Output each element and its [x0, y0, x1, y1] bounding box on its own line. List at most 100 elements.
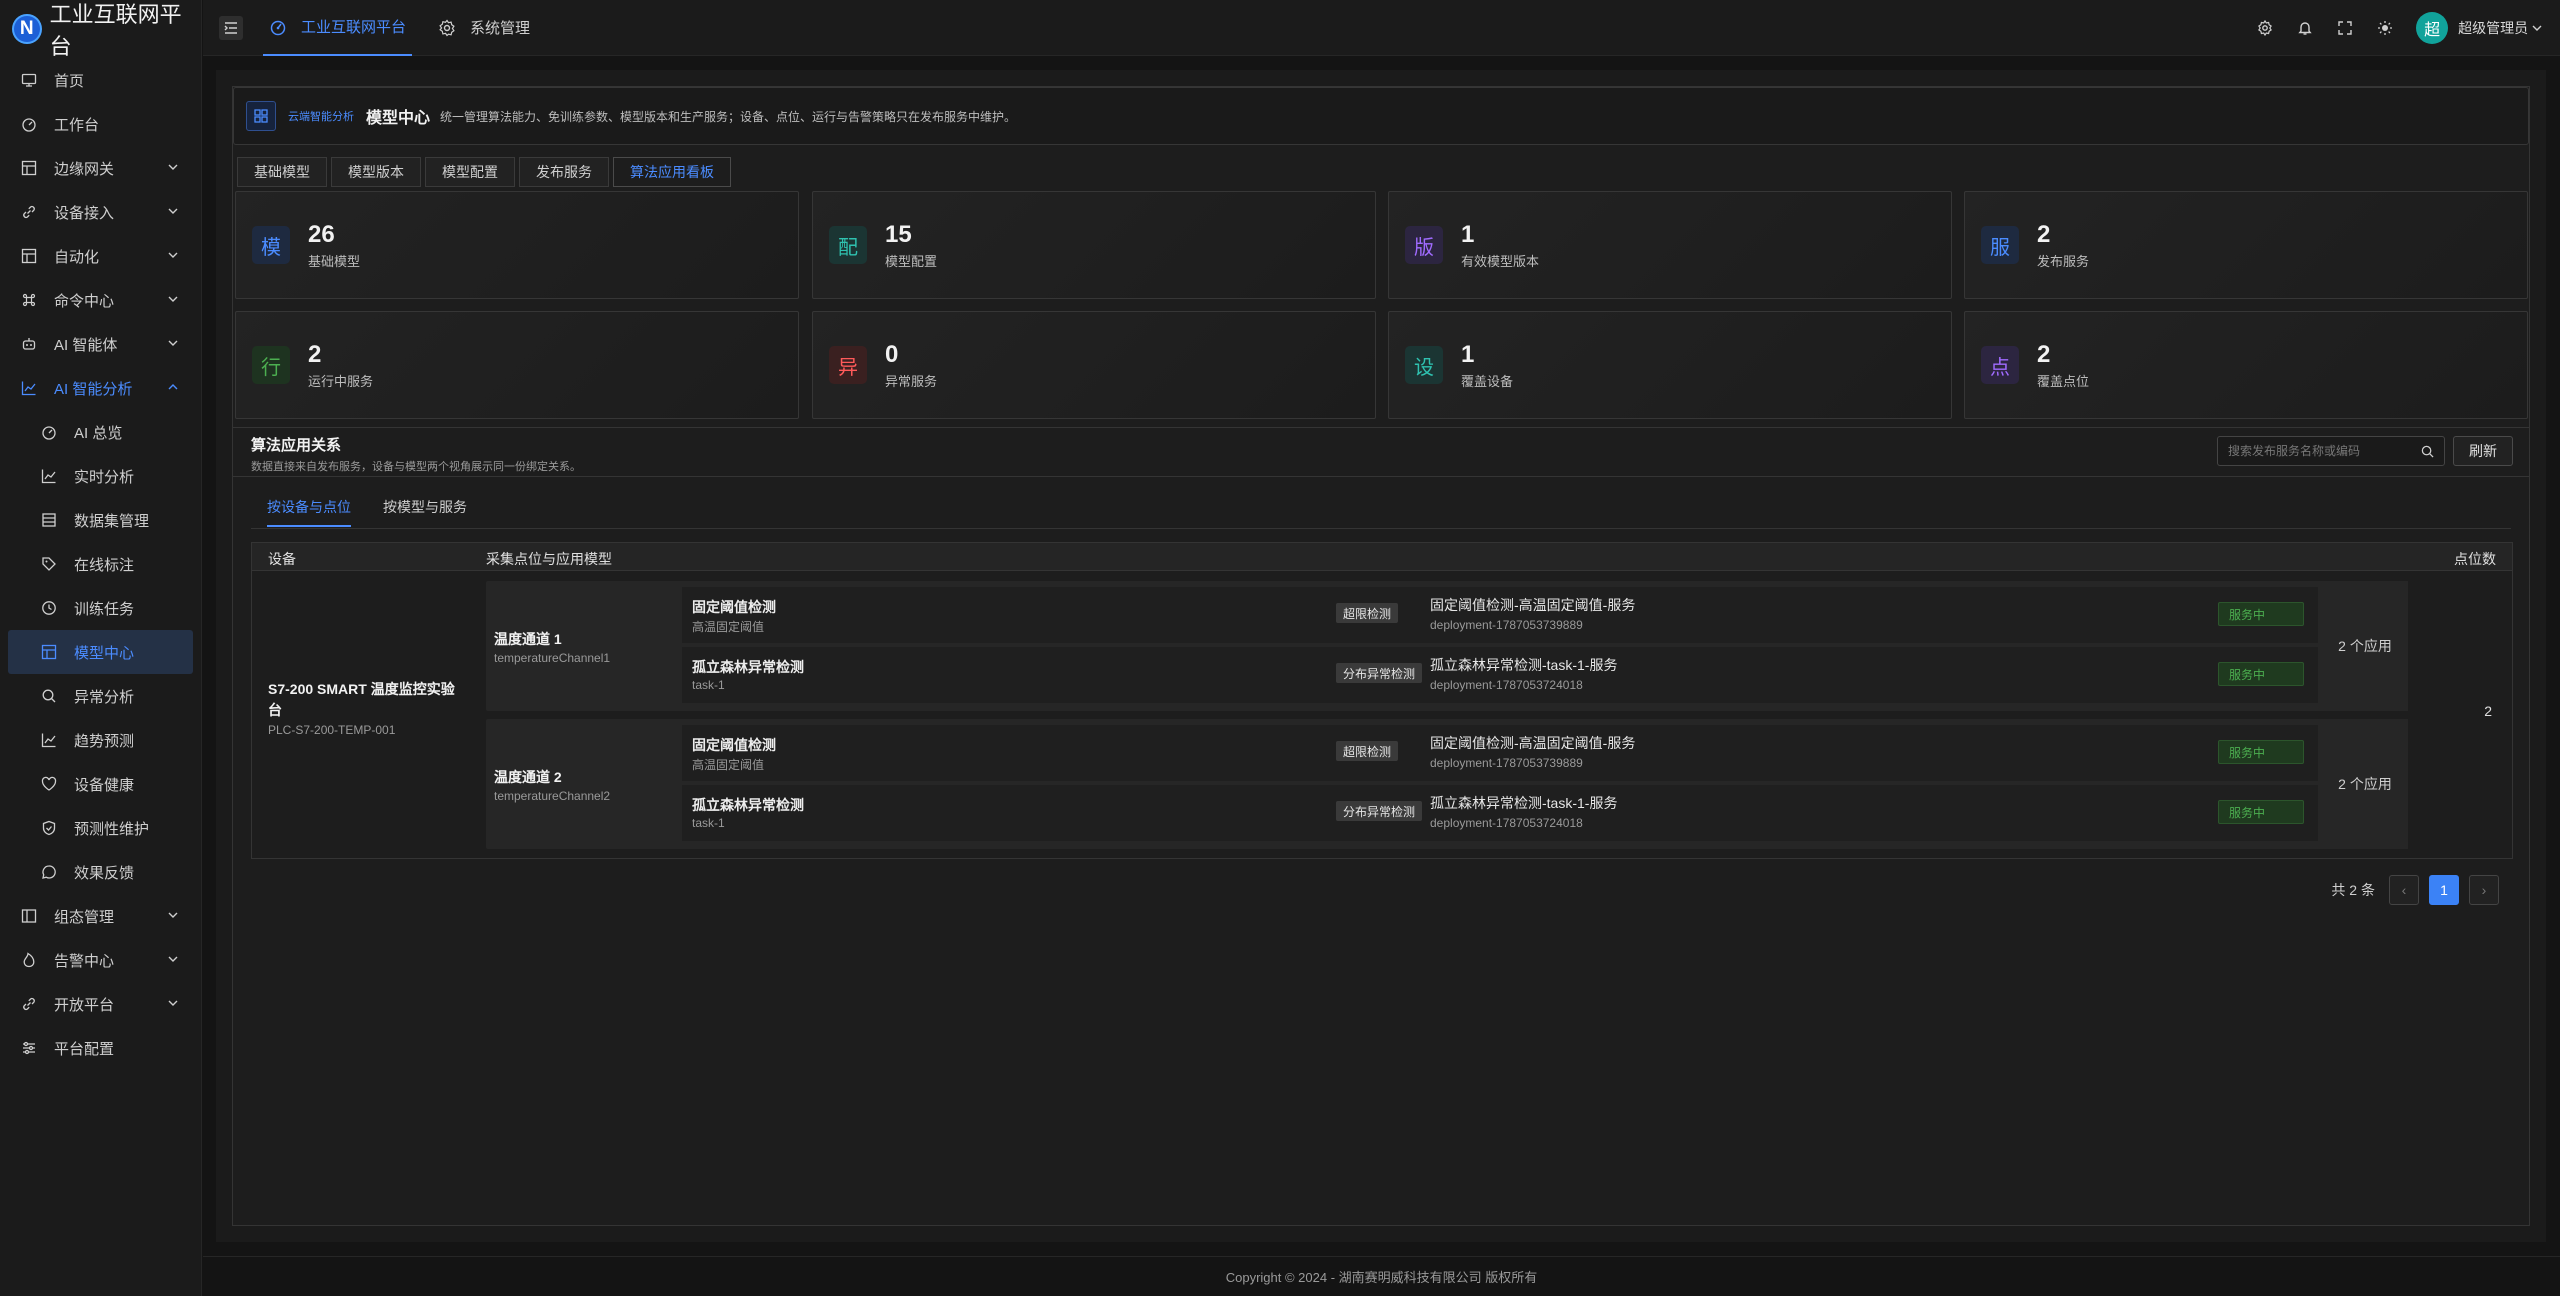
sidebar-item[interactable]: 训练任务: [0, 586, 201, 630]
stat-text: 1 覆盖设备: [1461, 341, 1513, 390]
column-device: 设备: [268, 551, 296, 567]
sidebar-item[interactable]: 平台配置: [0, 1026, 201, 1070]
app-row[interactable]: 固定阈值检测 高温固定阈值 超限检测 固定阈值检测-高温固定阈值-服务 deployme…: [682, 587, 2318, 643]
app-desc: 高温固定阈值: [692, 620, 765, 634]
prev-page-button[interactable]: ‹: [2389, 875, 2419, 905]
sidebar-submenu: AI 总览实时分析数据集管理 在线标注 训练任务模型中心异常分析趋势预测 设备健康 预测…: [0, 410, 201, 894]
deployment-id: deployment-1787053724018: [1430, 816, 1583, 830]
top-tab-platform[interactable]: 工业互联网平台: [263, 0, 413, 56]
sidebar-item[interactable]: 工作台: [0, 102, 201, 146]
status-badge: 服务中: [2218, 602, 2304, 626]
sidebar-item-label: 命令中心: [54, 292, 115, 310]
menu-fold-button[interactable]: [219, 15, 243, 40]
service-search[interactable]: [2217, 436, 2445, 466]
sidebar-item[interactable]: 预测性维护: [0, 806, 201, 850]
page-number-button[interactable]: 1: [2429, 875, 2459, 905]
service-name[interactable]: 孤立森林异常检测-task-1-服务: [1430, 793, 1617, 813]
subtab-item[interactable]: 按模型与服务: [383, 497, 467, 527]
stat-value: 0: [885, 340, 899, 368]
avatar[interactable]: 超: [2416, 12, 2449, 44]
sidebar-item[interactable]: 首页: [0, 58, 201, 102]
chevron-down-icon: [168, 1000, 178, 1006]
status-badge: 服务中: [2218, 800, 2304, 824]
channel-code: temperatureChannel2: [494, 789, 611, 803]
stat-card: 点 2 覆盖点位: [1964, 311, 2528, 419]
sidebar-item[interactable]: 效果反馈: [0, 850, 201, 894]
relation-subtabs: 按设备与点位 按模型与服务: [267, 497, 467, 527]
sliders-icon: [20, 1039, 38, 1057]
dashboard-icon: [20, 115, 38, 133]
sidebar-item[interactable]: 自动化: [0, 234, 201, 278]
sidebar-item[interactable]: 数据集管理: [0, 498, 201, 542]
chevron-down-icon: [168, 340, 178, 346]
sidebar-item[interactable]: 设备健康: [0, 762, 201, 806]
grid-icon: [20, 247, 38, 265]
tab-item[interactable]: 算法应用看板: [613, 157, 731, 187]
stat-label: 模型配置: [885, 253, 938, 269]
tab-item[interactable]: 模型版本: [331, 157, 421, 187]
service-name[interactable]: 固定阈值检测-高温固定阈值-服务: [1430, 733, 1635, 753]
sidebar-item[interactable]: 设备接入: [0, 190, 201, 234]
sidebar-item[interactable]: 开放平台: [0, 982, 201, 1026]
sidebar-item[interactable]: 实时分析: [0, 454, 201, 498]
link-icon: [20, 203, 38, 221]
service-name[interactable]: 固定阈值检测-高温固定阈值-服务: [1430, 595, 1635, 615]
sidebar-item[interactable]: 组态管理: [0, 894, 201, 938]
stat-icon: 点: [1981, 346, 2019, 384]
device-name: S7-200 SMART 温度监控实验台: [268, 681, 455, 718]
sidebar-item[interactable]: AI 总览: [0, 410, 201, 454]
subtab-item[interactable]: 按设备与点位: [267, 497, 351, 527]
stat-label: 发布服务: [2037, 253, 2090, 269]
tab-item[interactable]: 基础模型: [237, 157, 327, 187]
theme-sun-icon[interactable]: [2376, 19, 2394, 37]
app-type-badge: 超限检测: [1336, 741, 1399, 761]
fullscreen-icon[interactable]: [2336, 19, 2354, 37]
app-desc: 高温固定阈值: [692, 758, 765, 772]
stat-value: 2: [2037, 340, 2051, 368]
shield-icon: [40, 819, 58, 837]
sidebar-item-label: 实时分析: [74, 468, 135, 486]
app-count: 2 个应用: [2322, 581, 2408, 711]
stat-text: 15 模型配置: [885, 221, 937, 270]
search-input[interactable]: [2228, 444, 2408, 458]
top-tab-system[interactable]: 系统管理: [432, 0, 536, 56]
stat-icon: 服: [1981, 226, 2019, 264]
next-page-button[interactable]: ›: [2469, 875, 2499, 905]
sidebar-item-label: 异常分析: [74, 688, 135, 706]
search-icon: [40, 687, 58, 705]
app-title: 工业互联网平台: [49, 2, 182, 59]
sidebar-item[interactable]: 命令中心: [0, 278, 201, 322]
app-count: 2 个应用: [2322, 719, 2408, 849]
sidebar-item[interactable]: 告警中心: [0, 938, 201, 982]
chart-line-icon: [20, 379, 38, 397]
stat-label: 有效模型版本: [1461, 253, 1540, 269]
top-tab-label: 系统管理: [470, 20, 531, 37]
refresh-button[interactable]: 刷新: [2453, 436, 2513, 466]
app-logo[interactable]: N 工业互联网平台: [0, 0, 201, 59]
app-desc: task-1: [692, 678, 725, 692]
stat-text: 1 有效模型版本: [1461, 221, 1539, 270]
search-icon[interactable]: [2421, 445, 2434, 458]
app-row[interactable]: 固定阈值检测 高温固定阈值 超限检测 固定阈值检测-高温固定阈值-服务 deployme…: [682, 725, 2318, 781]
chart-line-icon: [40, 467, 58, 485]
sidebar-item-label: 模型中心: [74, 644, 135, 662]
section-subtitle: 数据直接来自发布服务，设备与模型两个视角展示同一份绑定关系。: [251, 461, 581, 473]
chevron-down-icon: [168, 252, 178, 258]
sidebar-item[interactable]: AI 智能分析: [0, 366, 201, 410]
sidebar-item[interactable]: 异常分析: [0, 674, 201, 718]
sidebar-item[interactable]: 在线标注: [0, 542, 201, 586]
user-menu[interactable]: 超级管理员: [2458, 18, 2542, 38]
sidebar-item[interactable]: 模型中心: [8, 630, 193, 674]
tab-item[interactable]: 发布服务: [519, 157, 609, 187]
settings-icon[interactable]: [2256, 19, 2274, 37]
app-row[interactable]: 孤立森林异常检测 task-1 分布异常检测 孤立森林异常检测-task-1-服务 de…: [682, 647, 2318, 703]
app-row[interactable]: 孤立森林异常检测 task-1 分布异常检测 孤立森林异常检测-task-1-服务 de…: [682, 785, 2318, 841]
app-type-badge: 分布异常检测: [1336, 663, 1423, 683]
stat-icon: 配: [829, 226, 867, 264]
sidebar-item[interactable]: 边缘网关: [0, 146, 201, 190]
service-name[interactable]: 孤立森林异常检测-task-1-服务: [1430, 655, 1617, 675]
sidebar-item[interactable]: 趋势预测: [0, 718, 201, 762]
bell-icon[interactable]: [2296, 19, 2314, 37]
sidebar-item[interactable]: AI 智能体: [0, 322, 201, 366]
tab-item[interactable]: 模型配置: [425, 157, 515, 187]
